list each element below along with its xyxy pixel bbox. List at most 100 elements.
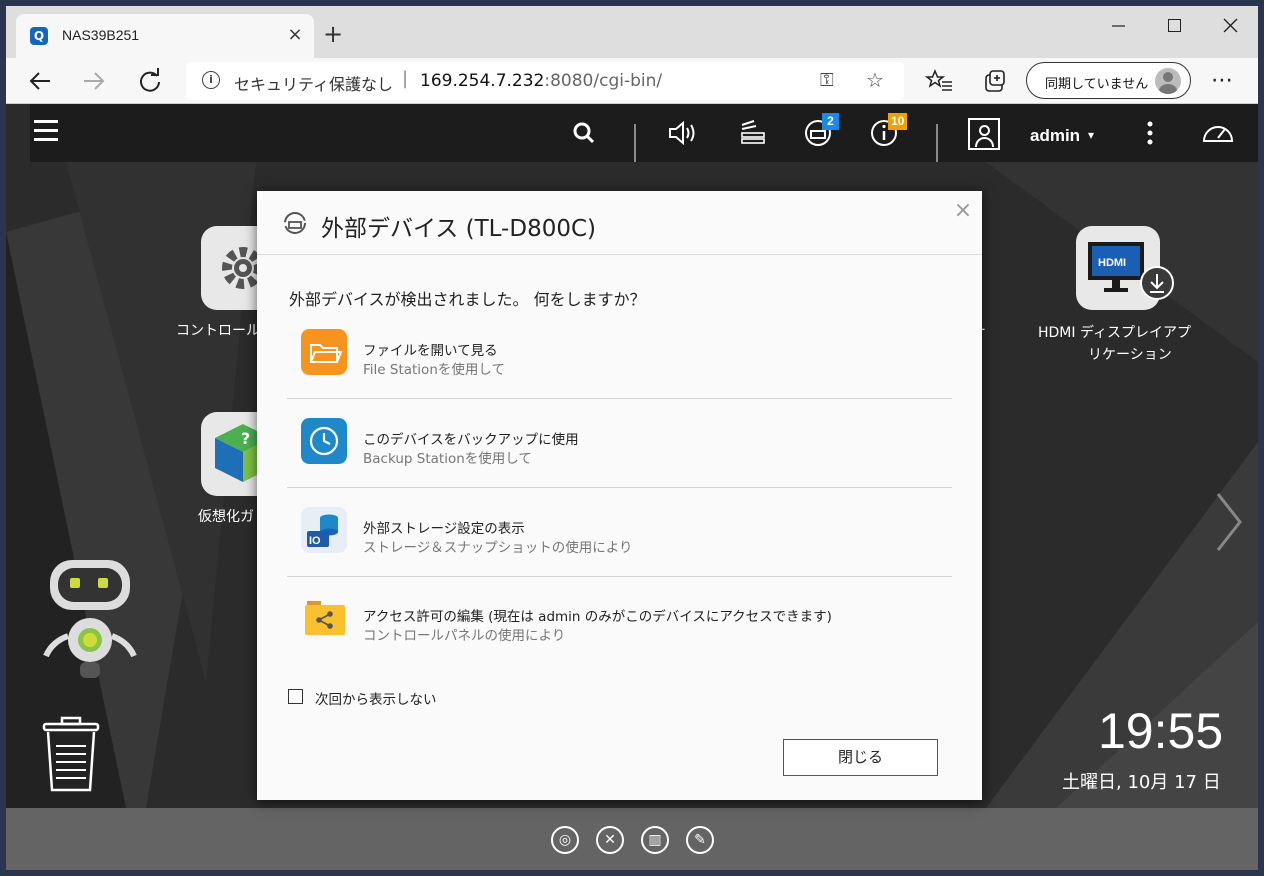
trash-can-icon[interactable] [40,716,104,796]
option-backup-station[interactable]: このデバイスをバックアップに使用 Backup Stationを使用して [287,400,952,488]
favorites-list-icon [924,69,952,91]
svg-text:HDMI: HDMI [1098,257,1126,269]
vertical-dots-icon [1147,121,1153,145]
folder-icon [301,329,347,375]
more-options-button[interactable] [1130,116,1170,150]
dont-show-checkbox[interactable] [288,689,303,704]
external-device-dialog: 外部デバイス (TL-D800C) × 外部デバイスが検出されました。 何をしま… [257,191,982,800]
minimize-icon [1112,25,1125,27]
option-sub-text: Backup Stationを使用して [363,451,532,467]
sync-status-button[interactable]: 同期していません [1026,62,1191,99]
option-sub-text: ストレージ＆スナップショットの使用により [363,540,633,556]
back-arrow-icon [29,72,50,90]
option-main-text: ファイルを開いて見る [363,343,498,359]
feedback-icon[interactable]: ✎ [686,826,714,854]
dialog-title: 外部デバイス (TL-D800C) [321,216,596,242]
dialog-header: 外部デバイス (TL-D800C) × [257,191,982,255]
storage-icon: IO [301,507,347,553]
download-icon[interactable] [1140,266,1174,300]
svg-text:?: ? [241,429,250,448]
control-panel-label: コントロール [176,323,260,339]
window-frame: Q NAS39B251 × + i セキュリティ保護なし | 169.254.7… [0,0,1264,876]
event-log-button[interactable] [732,116,772,150]
dialog-close-icon[interactable]: × [951,199,975,223]
dialog-prompt: 外部デバイスが検出されました。 何をしますか？ [289,290,646,309]
window-close-icon [1223,18,1238,33]
qts-header-bar: 2 10 admin ▾ [6,104,1258,162]
search-button[interactable] [564,116,604,150]
hdmi-label-line2: リケーション [1088,347,1172,363]
option-main-text: このデバイスをバックアップに使用 [363,432,579,448]
volume-button[interactable] [664,116,704,150]
address-separator: | [402,68,409,89]
search-icon [573,122,595,144]
qsync-icon[interactable]: ◎ [551,826,579,854]
option-sub-text: コントロールパネルの使用により [363,628,566,644]
dont-show-label: 次回から表示しない [315,692,437,708]
url-host: 169.254.7.232 [420,71,545,91]
bottom-dock: ◎ ✕ ▥ ✎ [6,808,1258,870]
chevron-down-icon[interactable]: ▾ [1088,128,1094,142]
user-icon [979,125,990,136]
next-page-arrow-icon[interactable] [1214,492,1244,552]
shared-folder-icon [305,601,345,635]
option-main-text: アクセス許可の編集 (現在は admin のみがこのデバイスにアクセスできます) [363,609,832,625]
admin-user-menu[interactable]: admin [1030,126,1080,146]
book-icon[interactable]: ▥ [641,826,669,854]
dashboard-button[interactable] [1198,116,1238,150]
header-side-strip [6,104,30,162]
background-tasks-button[interactable]: 2 [798,113,839,150]
tab-title: NAS39B251 [62,27,140,43]
browser-tab[interactable]: Q NAS39B251 × [16,14,314,58]
volume-icon [669,120,695,146]
tools-icon[interactable]: ✕ [596,826,624,854]
reload-button[interactable] [134,65,166,97]
backup-clock-icon [301,418,347,464]
maximize-icon [1168,19,1181,32]
option-edit-permissions[interactable]: アクセス許可の編集 (現在は admin のみがこのデバイスにアクセスできます)… [287,577,952,665]
minimize-button[interactable] [1090,6,1146,46]
key-icon[interactable]: ⚿ [820,70,834,91]
menu-line [34,120,58,123]
close-button[interactable]: 閉じる [783,739,938,776]
speedometer-icon [1202,126,1234,142]
stack-icon [741,120,765,144]
favorite-star-icon[interactable]: ☆ [866,68,884,92]
favorites-button[interactable] [924,65,956,97]
virtualization-guide-label: 仮想化ガ [198,509,254,525]
new-tab-button[interactable]: + [318,20,348,50]
back-button[interactable] [24,65,56,97]
window-close-button[interactable] [1202,6,1258,46]
menu-line [34,138,58,141]
forward-button[interactable] [78,65,110,97]
security-label: セキュリティ保護なし [234,75,394,94]
hdmi-label-line1: HDMI ディスプレイアプ [1038,325,1191,341]
user-profile-button[interactable] [968,118,1000,150]
option-storage-settings[interactable]: IO 外部ストレージ設定の表示 ストレージ＆スナップショットの使用により [287,489,952,577]
forward-arrow-icon [84,72,105,90]
profile-avatar-icon [1155,68,1181,94]
header-divider [936,124,938,162]
notifications-button[interactable]: 10 [866,113,908,150]
external-device-icon [284,212,306,234]
qnap-favicon-icon: Q [30,27,48,45]
option-main-text: 外部ストレージ設定の表示 [363,521,525,537]
more-menu-button[interactable]: ⋯ [1206,65,1238,97]
desktop-date: 土曜日, 10月 17 日 [1062,772,1221,793]
desktop-clock: 19:55 [1098,703,1224,759]
svg-text:IO: IO [309,535,321,547]
robot-helper-icon[interactable] [34,552,144,682]
url-text[interactable]: 169.254.7.232:8080/cgi-bin/ [420,71,662,91]
collections-icon [985,70,1005,92]
option-sub-text: File Stationを使用して [363,362,505,378]
info-icon[interactable]: i [202,71,220,89]
tab-close-icon[interactable]: × [284,24,306,46]
collections-button[interactable] [978,65,1010,97]
option-open-file-station[interactable]: ファイルを開いて見る File Stationを使用して [287,311,952,399]
user-body-shape [975,137,994,147]
address-bar[interactable]: i セキュリティ保護なし | 169.254.7.232:8080/cgi-bi… [186,62,904,100]
download-arrow-icon [1150,274,1164,293]
main-menu-button[interactable] [34,120,82,150]
browser-window: Q NAS39B251 × + i セキュリティ保護なし | 169.254.7… [6,6,1258,870]
maximize-button[interactable] [1146,6,1202,46]
